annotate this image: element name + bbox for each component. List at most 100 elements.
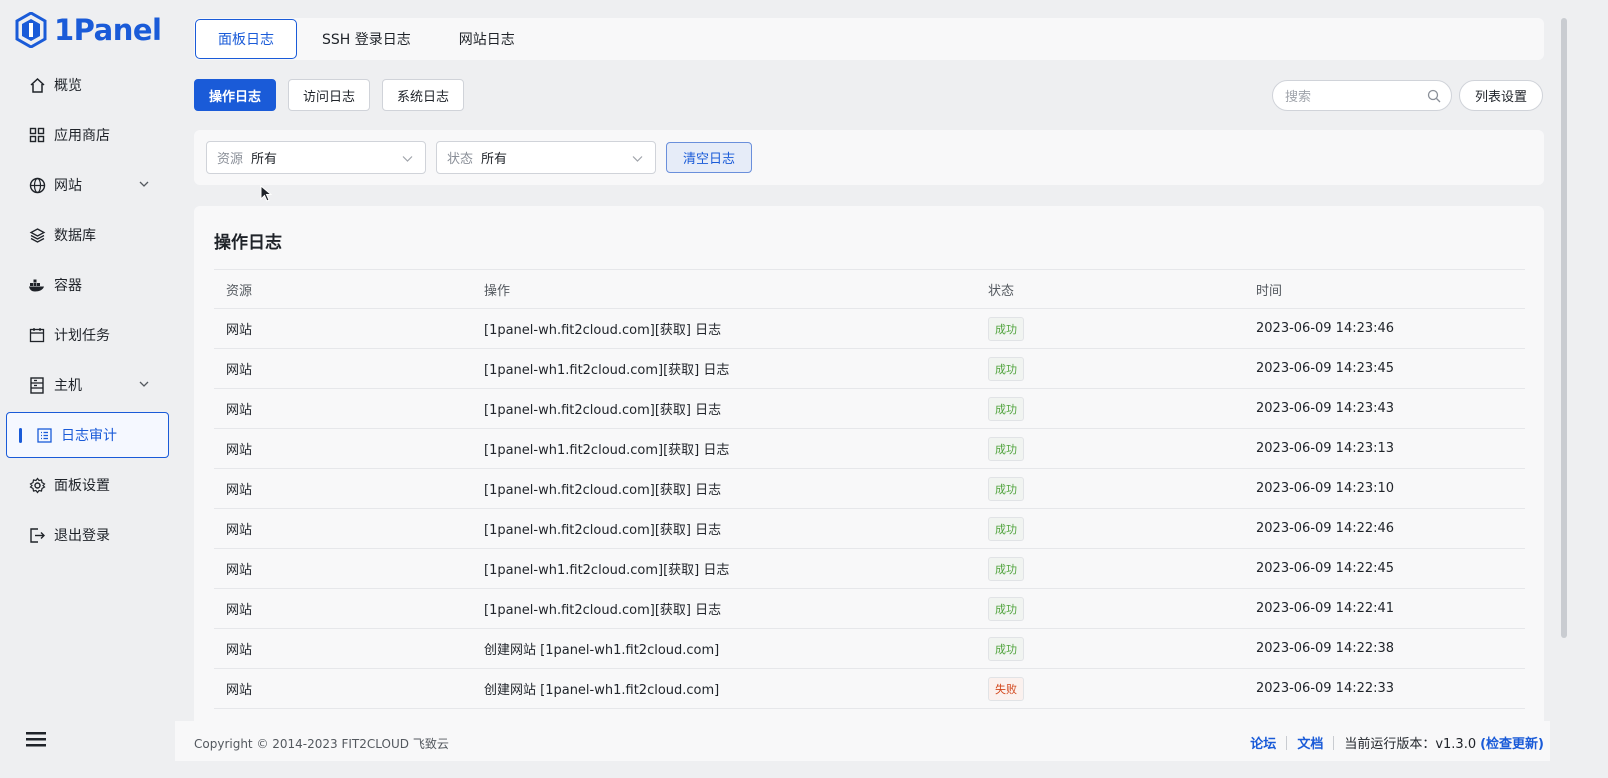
sidebar-item-app-store[interactable]: 应用商店 bbox=[6, 112, 169, 158]
tab-operation-log[interactable]: 操作日志 bbox=[194, 79, 277, 111]
logo-text: 1Panel bbox=[54, 13, 162, 47]
log-table: 资源 操作 状态 时间 网站 [1panel-wh.fit2cloud.com][… bbox=[214, 269, 1525, 709]
menu-toggle-icon[interactable] bbox=[26, 731, 46, 747]
chevron-down-icon bbox=[632, 153, 643, 168]
cell-resource: 网站 bbox=[226, 603, 253, 618]
sidebar-item-label: 概览 bbox=[54, 78, 82, 94]
sidebar-item-label: 退出登录 bbox=[54, 528, 110, 544]
table-row: 网站 [1panel-wh.fit2cloud.com][获取] 日志 成功 2023… bbox=[214, 389, 1525, 429]
check-update-link[interactable]: (检查更新) bbox=[1480, 733, 1544, 752]
status-badge: 成功 bbox=[988, 596, 1024, 621]
mouse-cursor-icon bbox=[260, 184, 273, 207]
sidebar-item-container[interactable]: 容器 bbox=[6, 262, 169, 308]
cell-resource: 网站 bbox=[226, 483, 253, 498]
status-filter-select[interactable]: 状态 所有 bbox=[436, 141, 656, 174]
cell-status: 成功 bbox=[988, 316, 1256, 341]
status-badge: 成功 bbox=[988, 556, 1024, 581]
docs-link[interactable]: 文档 bbox=[1297, 733, 1323, 752]
sidebar: 1Panel 概览 应用商店 网站 数据库 容器 计划任务 主机 日志审计 面板… bbox=[0, 0, 175, 778]
table-row: 网站 [1panel-wh.fit2cloud.com][获取] 日志 成功 2023… bbox=[214, 589, 1525, 629]
sidebar-nav: 概览 应用商店 网站 数据库 容器 计划任务 主机 日志审计 面板设置 退出登录 bbox=[6, 62, 169, 562]
cell-status: 成功 bbox=[988, 396, 1256, 421]
active-indicator bbox=[19, 428, 22, 443]
table-row: 网站 创建网站 [1panel-wh1.fit2cloud.com] 失败 2023-… bbox=[214, 669, 1525, 709]
cell-operation: [1panel-wh.fit2cloud.com][获取] 日志 bbox=[484, 323, 722, 338]
search-input[interactable]: 搜索 bbox=[1272, 80, 1452, 111]
header-operation: 操作 bbox=[484, 283, 511, 299]
cell-operation: 创建网站 [1panel-wh1.fit2cloud.com] bbox=[484, 683, 720, 698]
sidebar-item-label: 主机 bbox=[54, 378, 82, 394]
cell-time: 2023-06-09 14:23:46 bbox=[1256, 321, 1395, 336]
server-icon bbox=[28, 376, 46, 394]
cell-operation: [1panel-wh.fit2cloud.com][获取] 日志 bbox=[484, 483, 722, 498]
sidebar-item-database[interactable]: 数据库 bbox=[6, 212, 169, 258]
status-badge: 成功 bbox=[988, 516, 1024, 541]
page-scrollbar[interactable] bbox=[1559, 18, 1569, 650]
forum-link[interactable]: 论坛 bbox=[1250, 733, 1276, 752]
column-settings-button[interactable]: 列表设置 bbox=[1459, 80, 1543, 111]
cell-resource: 网站 bbox=[226, 443, 253, 458]
sidebar-item-label: 网站 bbox=[54, 178, 82, 194]
sidebar-item-settings[interactable]: 面板设置 bbox=[6, 462, 169, 508]
cell-resource: 网站 bbox=[226, 683, 253, 698]
status-badge: 失败 bbox=[988, 676, 1024, 701]
cell-time: 2023-06-09 14:22:33 bbox=[1256, 681, 1395, 696]
tab-website-log[interactable]: 网站日志 bbox=[436, 19, 538, 59]
sidebar-item-label: 日志审计 bbox=[61, 428, 117, 444]
cell-operation: [1panel-wh1.fit2cloud.com][获取] 日志 bbox=[484, 363, 730, 378]
scrollbar-thumb[interactable] bbox=[1561, 18, 1567, 638]
cell-status: 成功 bbox=[988, 436, 1256, 461]
table-body: 网站 [1panel-wh.fit2cloud.com][获取] 日志 成功 2023… bbox=[214, 309, 1525, 709]
cell-time: 2023-06-09 14:22:45 bbox=[1256, 561, 1395, 576]
filter-bar: 资源 所有 状态 所有 清空日志 bbox=[194, 130, 1544, 185]
clear-logs-button[interactable]: 清空日志 bbox=[666, 142, 752, 173]
sidebar-item-logout[interactable]: 退出登录 bbox=[6, 512, 169, 558]
cell-operation: [1panel-wh.fit2cloud.com][获取] 日志 bbox=[484, 523, 722, 538]
calendar-icon bbox=[28, 326, 46, 344]
layers-icon bbox=[28, 226, 46, 244]
cell-time: 2023-06-09 14:22:38 bbox=[1256, 641, 1395, 656]
table-row: 网站 [1panel-wh.fit2cloud.com][获取] 日志 成功 2023… bbox=[214, 469, 1525, 509]
sidebar-item-website[interactable]: 网站 bbox=[6, 162, 169, 208]
header-time: 时间 bbox=[1256, 283, 1283, 299]
cell-resource: 网站 bbox=[226, 563, 253, 578]
sub-tab-bar: 操作日志 访问日志 系统日志 bbox=[194, 79, 476, 111]
logo[interactable]: 1Panel bbox=[14, 10, 162, 50]
tab-system-log[interactable]: 系统日志 bbox=[382, 79, 465, 111]
footer: Copyright © 2014-2023 FIT2CLOUD 飞致云 论坛 文… bbox=[175, 721, 1550, 761]
cell-operation: 创建网站 [1panel-wh1.fit2cloud.com] bbox=[484, 643, 720, 658]
sidebar-item-label: 面板设置 bbox=[54, 478, 110, 494]
gear-icon bbox=[28, 476, 46, 494]
search-icon[interactable] bbox=[1427, 89, 1441, 107]
status-badge: 成功 bbox=[988, 316, 1024, 341]
resource-filter-label: 资源 bbox=[217, 152, 244, 167]
sidebar-item-overview[interactable]: 概览 bbox=[6, 62, 169, 108]
cell-status: 失败 bbox=[988, 676, 1256, 701]
cell-status: 成功 bbox=[988, 596, 1256, 621]
cell-resource: 网站 bbox=[226, 403, 253, 418]
cell-status: 成功 bbox=[988, 356, 1256, 381]
tab-access-log[interactable]: 访问日志 bbox=[288, 79, 371, 111]
table-header: 资源 操作 状态 时间 bbox=[214, 269, 1525, 309]
cell-operation: [1panel-wh.fit2cloud.com][获取] 日志 bbox=[484, 403, 722, 418]
cell-status: 成功 bbox=[988, 516, 1256, 541]
logo-icon bbox=[14, 11, 48, 49]
chevron-down-icon bbox=[139, 377, 149, 393]
globe-icon bbox=[28, 176, 46, 194]
tab-ssh-log[interactable]: SSH 登录日志 bbox=[299, 19, 434, 59]
sidebar-item-cronjob[interactable]: 计划任务 bbox=[6, 312, 169, 358]
tab-panel-log[interactable]: 面板日志 bbox=[195, 19, 297, 59]
cell-time: 2023-06-09 14:23:13 bbox=[1256, 441, 1395, 456]
chevron-down-icon bbox=[139, 177, 149, 193]
status-badge: 成功 bbox=[988, 396, 1024, 421]
sidebar-item-log-audit[interactable]: 日志审计 bbox=[6, 412, 169, 458]
cell-status: 成功 bbox=[988, 476, 1256, 501]
cell-time: 2023-06-09 14:22:41 bbox=[1256, 601, 1395, 616]
cell-status: 成功 bbox=[988, 636, 1256, 661]
sidebar-item-host[interactable]: 主机 bbox=[6, 362, 169, 408]
main-content: 面板日志 SSH 登录日志 网站日志 操作日志 访问日志 系统日志 搜索 列表设… bbox=[194, 0, 1544, 778]
cell-resource: 网站 bbox=[226, 643, 253, 658]
cell-time: 2023-06-09 14:22:46 bbox=[1256, 521, 1395, 536]
table-row: 网站 [1panel-wh1.fit2cloud.com][获取] 日志 成功 202… bbox=[214, 549, 1525, 589]
resource-filter-select[interactable]: 资源 所有 bbox=[206, 141, 426, 174]
